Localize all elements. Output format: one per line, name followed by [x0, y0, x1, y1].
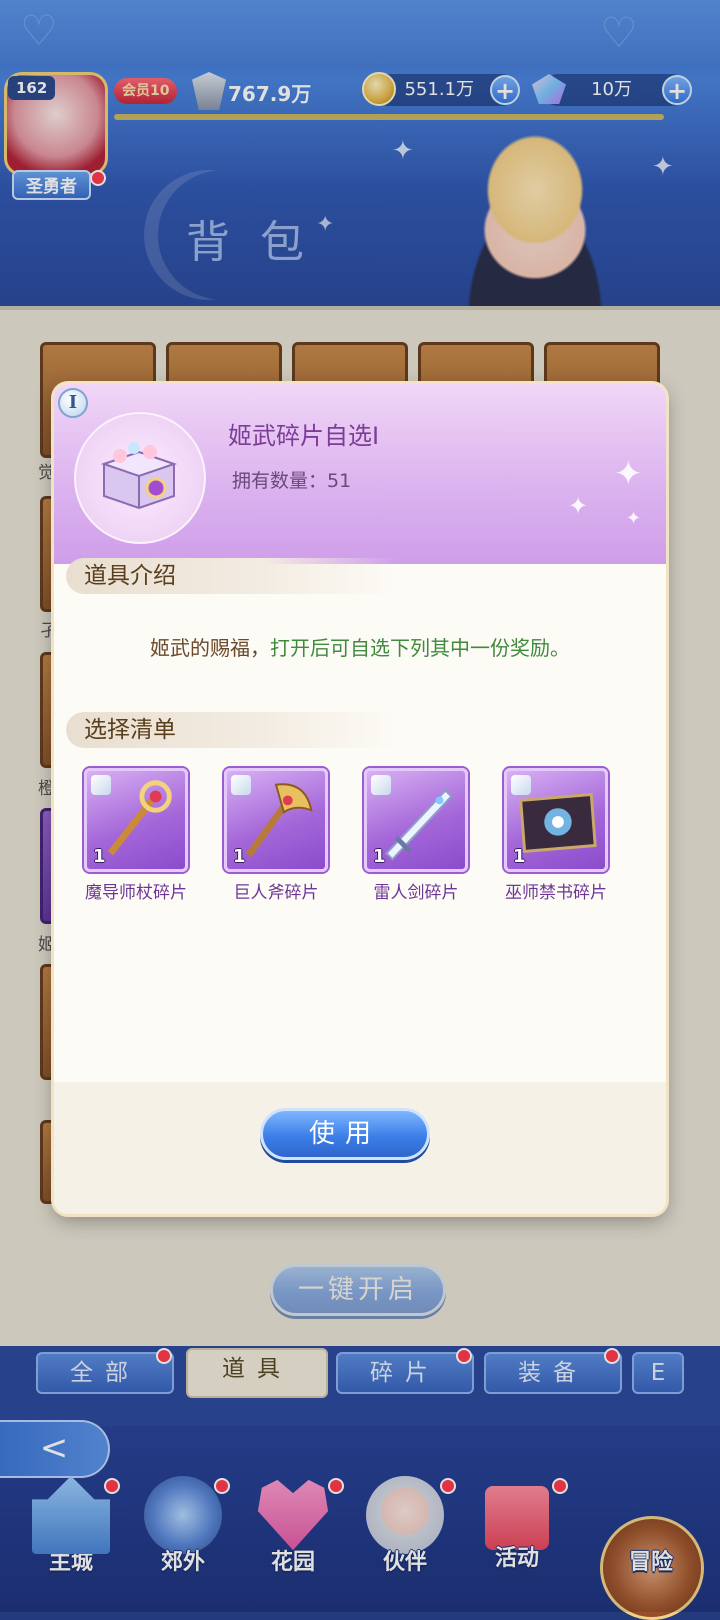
sparkle-icon: ✦: [614, 454, 643, 494]
reward-count: 1: [513, 846, 526, 867]
reward-option[interactable]: 1 巨人斧碎片: [224, 768, 328, 903]
description-highlight: 打开后可自选下列其中一份奖励。: [270, 636, 570, 660]
owned-count-row: 拥有数量：51: [232, 466, 351, 493]
reward-name: 雷人剑碎片: [373, 883, 459, 903]
section-title: 选择清单: [84, 717, 176, 743]
reward-count: 1: [373, 846, 386, 867]
reward-option[interactable]: 1 巫师禁书碎片: [504, 768, 608, 903]
reward-icon-frame: 1: [364, 768, 468, 872]
owned-count: 51: [327, 470, 352, 492]
choice-section-header: 选择清单: [66, 712, 396, 748]
sparkle-icon: ✦: [568, 492, 589, 520]
reward-name: 巫师禁书碎片: [505, 883, 607, 903]
reward-icon-frame: 1: [84, 768, 188, 872]
use-button-label: 使用: [308, 1119, 381, 1149]
owned-label: 拥有数量：: [232, 470, 328, 492]
reward-count: 1: [93, 846, 106, 867]
treasure-box-icon: [100, 442, 178, 510]
item-description: 姬武的赐福，打开后可自选下列其中一份奖励。: [54, 632, 666, 661]
reward-name: 魔导师杖碎片: [85, 883, 187, 903]
info-badge: I: [58, 388, 88, 418]
reward-option[interactable]: 1 魔导师杖碎片: [84, 768, 188, 903]
item-name: 姬武碎片自选I: [228, 422, 380, 450]
item-detail-dialog: ✦ ✦ ✦ I 姬武碎片自选I 拥有数量：51 道具介绍 姬武的赐福，打开后可自…: [54, 384, 666, 1214]
reward-option[interactable]: 1 雷人剑碎片: [364, 768, 468, 903]
section-title: 道具介绍: [84, 563, 176, 589]
reward-icon-frame: 1: [224, 768, 328, 872]
description-prefix: 姬武的赐福，: [150, 636, 270, 660]
reward-count: 1: [233, 846, 246, 867]
reward-name: 巨人斧碎片: [233, 883, 319, 903]
use-button[interactable]: 使用: [260, 1108, 430, 1160]
sparkle-icon: ✦: [626, 508, 642, 529]
reward-icon-frame: 1: [504, 768, 608, 872]
intro-section-header: 道具介绍: [66, 558, 396, 594]
